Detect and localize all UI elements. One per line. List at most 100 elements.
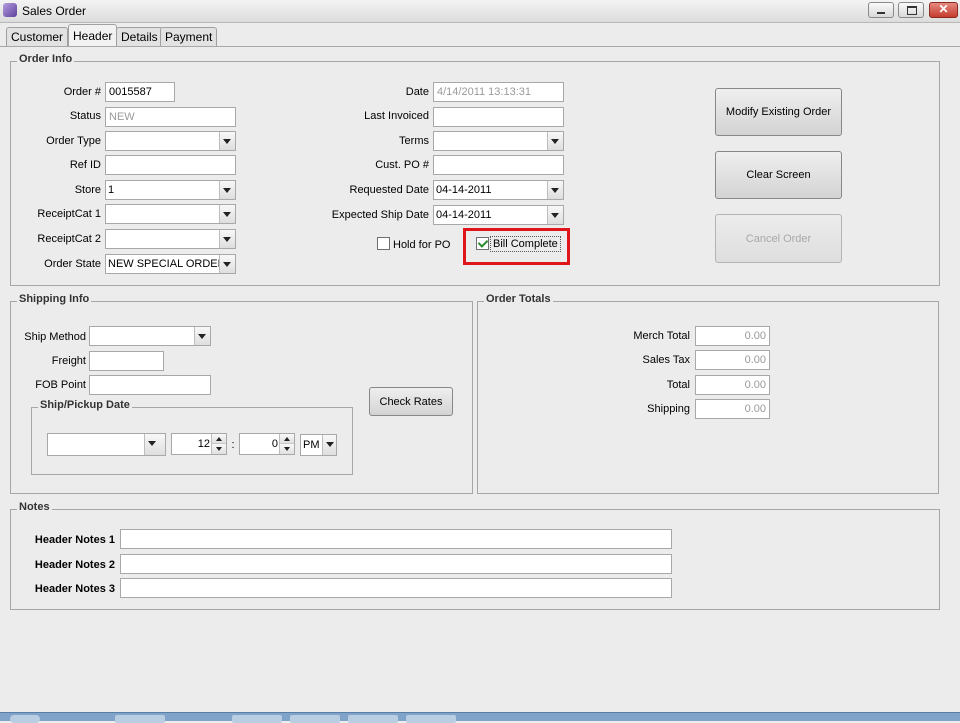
chevron-down-icon[interactable]: [547, 181, 563, 199]
receipt-cat-1-dropdown[interactable]: [105, 204, 236, 224]
spin-up-icon[interactable]: [212, 434, 226, 444]
minimize-icon: [877, 12, 885, 14]
date-field[interactable]: 4/14/2011 13:13:31: [433, 82, 564, 102]
chevron-down-icon[interactable]: [219, 181, 235, 199]
chevron-down-icon[interactable]: [194, 327, 210, 345]
header-notes-3-field[interactable]: [120, 578, 672, 598]
chevron-down-icon[interactable]: [322, 435, 336, 455]
spin-down-icon[interactable]: [280, 444, 294, 454]
bill-complete-label: Bill Complete: [490, 236, 561, 252]
hold-for-po-checkbox[interactable]: [377, 237, 390, 250]
receipt-cat-2-dropdown[interactable]: [105, 229, 236, 249]
terms-label: Terms: [399, 135, 429, 147]
order-type-dropdown[interactable]: [105, 131, 236, 151]
expected-ship-date-picker[interactable]: 04-14-2011: [433, 205, 564, 225]
expected-ship-date-value: 04-14-2011: [436, 209, 492, 221]
chevron-down-icon[interactable]: [547, 132, 563, 150]
close-icon: ✕: [938, 2, 949, 16]
chevron-down-icon[interactable]: [144, 434, 165, 455]
total-label: Total: [666, 379, 690, 391]
shipping-total-field[interactable]: 0.00: [695, 399, 770, 419]
hour-value: 12: [197, 438, 210, 450]
modify-existing-order-button[interactable]: Modify Existing Order: [715, 88, 842, 136]
freight-field[interactable]: [89, 351, 164, 371]
time-separator: :: [231, 439, 235, 451]
chevron-down-icon[interactable]: [219, 230, 235, 248]
tab-header[interactable]: Header: [68, 24, 118, 47]
shipping-total-label: Shipping: [647, 403, 690, 415]
minimize-button[interactable]: [868, 2, 894, 18]
chevron-down-icon[interactable]: [219, 255, 235, 273]
merch-total-label: Merch Total: [633, 330, 690, 342]
tab-customer[interactable]: Customer: [6, 27, 69, 47]
sales-tax-field[interactable]: 0.00: [695, 350, 770, 370]
order-number-label: Order #: [63, 86, 101, 98]
ampm-dropdown[interactable]: PM: [300, 434, 337, 456]
hold-for-po-label: Hold for PO: [393, 239, 451, 251]
minute-spinner[interactable]: 0: [239, 433, 295, 455]
order-state-value: NEW SPECIAL ORDER: [108, 258, 226, 270]
chevron-down-icon[interactable]: [219, 132, 235, 150]
check-rates-button[interactable]: Check Rates: [369, 387, 453, 416]
ship-pickup-date-legend: Ship/Pickup Date: [38, 399, 132, 411]
close-button[interactable]: ✕: [929, 2, 958, 18]
minute-spin-arrows: [279, 434, 294, 454]
ref-id-label: Ref ID: [69, 159, 101, 171]
bill-complete-checkbox[interactable]: [476, 237, 489, 250]
chevron-down-icon[interactable]: [547, 206, 563, 224]
ref-id-field[interactable]: [105, 155, 236, 175]
maximize-button[interactable]: [898, 2, 924, 18]
last-invoiced-label: Last Invoiced: [364, 110, 429, 122]
taskbar-item[interactable]: [232, 715, 282, 723]
chevron-down-icon[interactable]: [219, 205, 235, 223]
fob-point-label: FOB Point: [35, 379, 86, 391]
merch-total-field[interactable]: 0.00: [695, 326, 770, 346]
header-notes-1-field[interactable]: [120, 529, 672, 549]
taskbar-item[interactable]: [406, 715, 456, 723]
total-field[interactable]: 0.00: [695, 375, 770, 395]
receipt-cat-2-label: ReceiptCat 2: [37, 233, 101, 245]
header-notes-1-label: Header Notes 1: [34, 534, 115, 546]
order-info-legend: Order Info: [17, 53, 75, 65]
taskbar-item[interactable]: [290, 715, 340, 723]
header-notes-2-field[interactable]: [120, 554, 672, 574]
requested-date-label: Requested Date: [349, 184, 430, 196]
status-field[interactable]: NEW: [105, 107, 236, 127]
spin-up-icon[interactable]: [280, 434, 294, 444]
store-dropdown[interactable]: 1: [105, 180, 236, 200]
tab-details[interactable]: Details: [116, 27, 163, 47]
ship-pickup-date-picker[interactable]: [47, 433, 166, 456]
last-invoiced-field[interactable]: [433, 107, 564, 127]
store-value: 1: [108, 184, 115, 196]
fob-point-field[interactable]: [89, 375, 211, 395]
spin-down-icon[interactable]: [212, 444, 226, 454]
freight-label: Freight: [51, 355, 86, 367]
taskbar-item[interactable]: [115, 715, 165, 723]
header-notes-2-label: Header Notes 2: [34, 559, 115, 571]
window-title: Sales Order: [22, 4, 87, 18]
cust-po-field[interactable]: [433, 155, 564, 175]
order-totals-legend: Order Totals: [484, 293, 553, 305]
ship-method-dropdown[interactable]: [89, 326, 211, 346]
taskbar-item[interactable]: [348, 715, 398, 723]
requested-date-picker[interactable]: 04-14-2011: [433, 180, 564, 200]
terms-dropdown[interactable]: [433, 131, 564, 151]
ship-method-label: Ship Method: [24, 331, 86, 343]
cancel-order-button[interactable]: Cancel Order: [715, 214, 842, 263]
receipt-cat-1-label: ReceiptCat 1: [37, 208, 101, 220]
status-label: Status: [69, 110, 101, 122]
order-state-label: Order State: [44, 258, 101, 270]
cust-po-label: Cust. PO #: [375, 159, 429, 171]
start-button[interactable]: [10, 715, 40, 723]
shipping-info-legend: Shipping Info: [17, 293, 92, 305]
order-type-label: Order Type: [46, 135, 101, 147]
hour-spin-arrows: [211, 434, 226, 454]
clear-screen-button[interactable]: Clear Screen: [715, 151, 842, 199]
header-notes-3-label: Header Notes 3: [34, 583, 115, 595]
tab-strip: Customer Header Details Payment: [0, 24, 960, 47]
tab-payment[interactable]: Payment: [160, 27, 218, 47]
hour-spinner[interactable]: 12: [171, 433, 227, 455]
order-number-field[interactable]: 0015587: [105, 82, 175, 102]
order-state-dropdown[interactable]: NEW SPECIAL ORDER: [105, 254, 236, 274]
date-label: Date: [405, 86, 429, 98]
